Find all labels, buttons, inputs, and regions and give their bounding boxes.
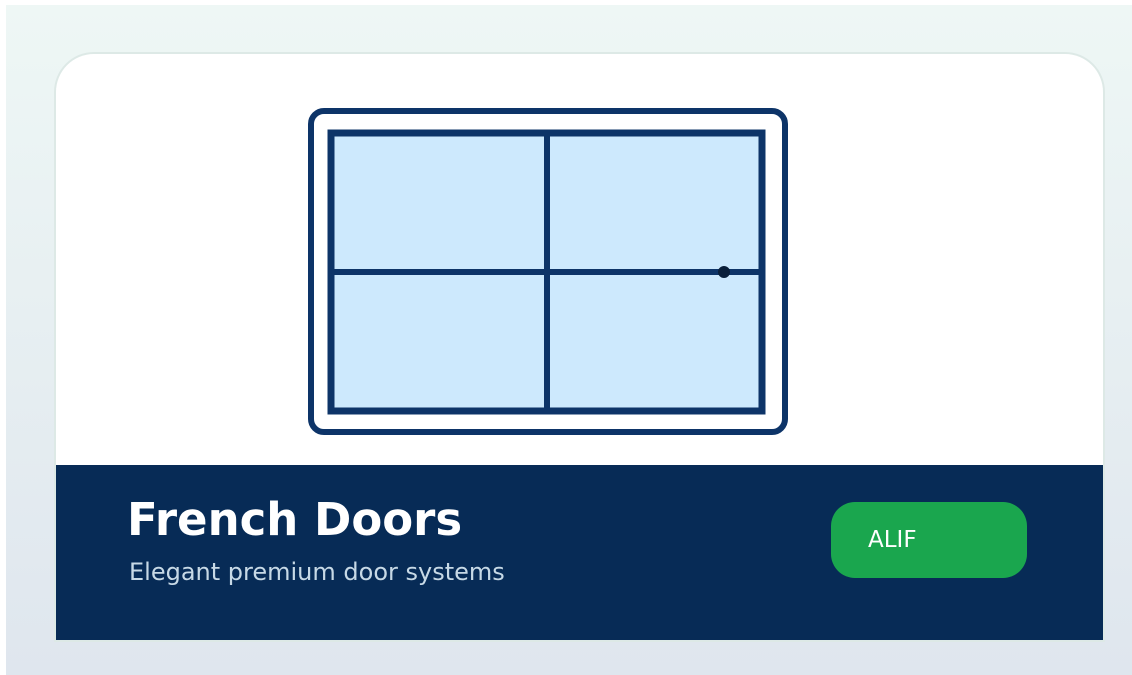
page-background: French Doors Elegant premium door system… <box>6 5 1132 675</box>
door-handle-icon <box>718 266 730 278</box>
product-title: French Doors <box>127 493 463 546</box>
product-subtitle: Elegant premium door systems <box>129 558 505 586</box>
brand-badge-label: ALIF <box>868 527 917 553</box>
brand-badge-button[interactable]: ALIF <box>831 502 1027 578</box>
product-card[interactable]: French Doors Elegant premium door system… <box>56 54 1103 640</box>
french-door-icon <box>308 108 788 435</box>
product-info-bar: French Doors Elegant premium door system… <box>56 465 1103 640</box>
